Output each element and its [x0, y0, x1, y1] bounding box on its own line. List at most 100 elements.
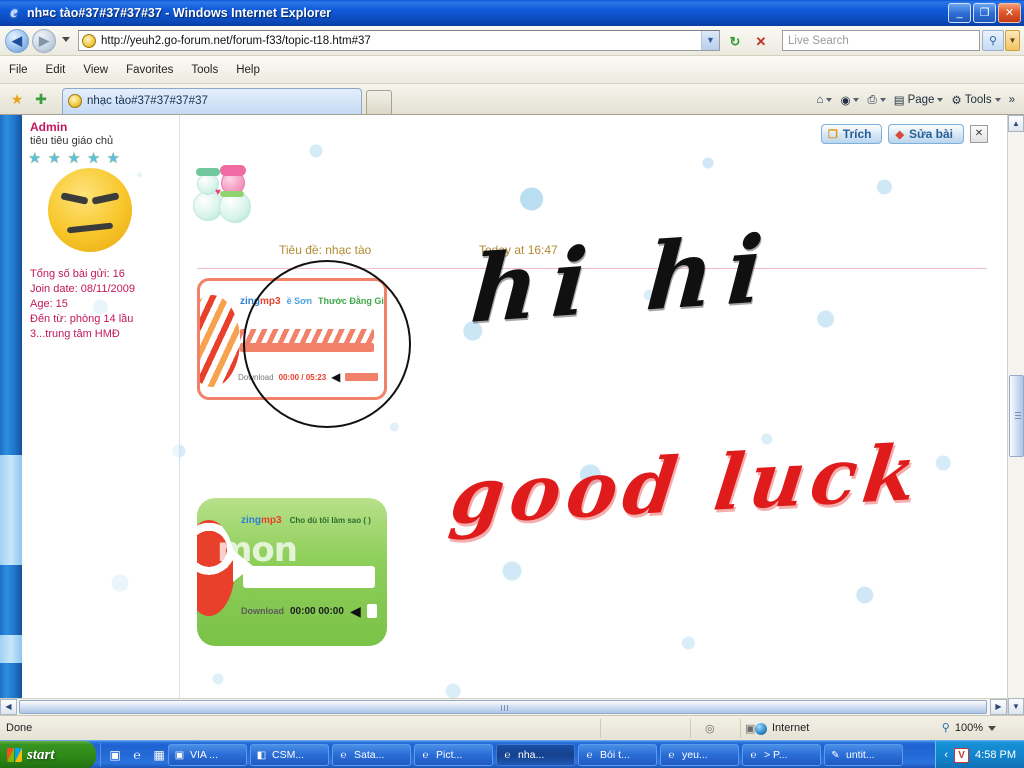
taskbar-item-label: nha... — [518, 749, 545, 761]
circle-annotation — [243, 260, 411, 428]
menu-item-favorites[interactable]: Favorites — [117, 62, 182, 78]
page-viewport: Admin tiêu tiêu giáo chủ ★ ★ ★ ★ ★ Tổng … — [0, 115, 1024, 715]
quote-button-label: Trích — [842, 127, 872, 141]
menu-item-file[interactable]: File — [0, 62, 37, 78]
taskbar-item-active[interactable]: ℮ nha... — [496, 744, 575, 766]
print-icon[interactable]: ⎙ — [864, 92, 888, 109]
taskbar-item[interactable]: ℮ Pict... — [414, 744, 493, 766]
quote-button[interactable]: ❐ Trích — [820, 124, 883, 144]
blocked-icon[interactable]: ▣ — [745, 722, 755, 735]
taskbar-item[interactable]: ▣ VIA ... — [168, 744, 247, 766]
tools-menu-button[interactable]: ⚙ Tools — [948, 91, 1003, 109]
search-provider-dropdown-icon[interactable]: ▼ — [1005, 30, 1020, 51]
zing-mp3-player-green[interactable]: mon zingmp3 Cho dù tôi làm sao ( ) Downl… — [197, 498, 387, 646]
player2-time: 00:00 00:00 — [290, 605, 344, 617]
internet-explorer-icon[interactable]: ℮ — [129, 747, 145, 763]
tab-favicon-icon — [68, 94, 82, 108]
zing-logo-2: zingmp3 — [241, 515, 282, 526]
security-zone[interactable]: Internet — [755, 721, 809, 736]
task-icon: ℮ — [422, 749, 429, 761]
security-zone-label: Internet — [772, 722, 810, 734]
minimize-button[interactable]: _ — [948, 3, 971, 23]
history-dropdown-icon[interactable] — [62, 37, 70, 42]
refresh-button[interactable]: ↻ — [724, 30, 746, 51]
taskbar-item[interactable]: ✎ untit... — [824, 744, 903, 766]
address-bar[interactable]: http://yeuh2.go-forum.net/forum-f33/topi… — [78, 30, 720, 51]
vertical-scrollbar[interactable]: ▲ ▼ — [1007, 115, 1024, 715]
taskbar-item[interactable]: ℮ Sata... — [332, 744, 411, 766]
taskbar-item-label: yeu... — [682, 749, 708, 761]
scroll-down-button[interactable]: ▼ — [1008, 698, 1024, 715]
taskbar-buttons: ▣ VIA ... ◧ CSM... ℮ Sata... ℮ Pict... ℮ nha.… — [168, 744, 903, 766]
author-stats: Tổng số bài gửi: 16 Join date: 08/11/200… — [30, 267, 176, 342]
player2-volume-slider[interactable] — [366, 604, 377, 618]
horizontal-scrollbar-thumb[interactable] — [19, 700, 987, 714]
taskbar-item-label: Bói t... — [600, 749, 630, 761]
restore-button[interactable]: ❐ — [973, 3, 996, 23]
favorites-star-icon[interactable]: ★ — [8, 90, 26, 108]
task-icon: ℮ — [504, 749, 511, 761]
zoom-dropdown-icon[interactable] — [988, 726, 996, 731]
author-username[interactable]: Admin — [30, 120, 67, 134]
quote-icon: ❐ — [827, 128, 838, 141]
player2-prev-icon[interactable]: ◀ — [350, 603, 361, 620]
overflow-icon[interactable]: » — [1006, 92, 1018, 108]
taskbar-clock[interactable]: 4:58 PM — [975, 749, 1016, 761]
menu-item-view[interactable]: View — [74, 62, 117, 78]
privacy-icon[interactable]: ◎ — [705, 722, 715, 735]
system-tray: ‹ V 4:58 PM — [935, 741, 1024, 768]
player2-progress-bar[interactable] — [243, 566, 375, 588]
add-favorite-icon[interactable]: ✚ — [32, 90, 50, 108]
window-title-bar: e nh¤c tào#37#37#37#37 - Windows Interne… — [0, 0, 1024, 26]
menu-item-edit[interactable]: Edit — [37, 62, 75, 78]
search-icon[interactable]: ⚲ — [982, 30, 1004, 51]
globe-icon — [755, 722, 767, 735]
forward-button[interactable]: ▶ — [32, 29, 56, 53]
browser-tab[interactable]: nhạc tào#37#37#37#37 — [62, 88, 362, 114]
task-icon: ▣ — [174, 749, 185, 761]
avatar — [48, 168, 132, 252]
start-button[interactable]: start — [0, 741, 96, 768]
task-icon: ℮ — [340, 749, 347, 761]
home-icon[interactable]: ⌂ — [813, 92, 835, 108]
horizontal-scrollbar[interactable]: ◀ ▶ — [0, 698, 1007, 715]
close-post-button[interactable]: ✕ — [970, 125, 988, 143]
tools-menu-label: Tools — [964, 94, 992, 106]
task-icon: ℮ — [750, 749, 757, 761]
page-menu-button[interactable]: ▤ Page — [891, 91, 947, 109]
author-stat-location-1: Đến từ: phòng 14 lầu — [30, 313, 134, 325]
media-player-icon[interactable]: ▦ — [151, 747, 167, 763]
window-title: nh¤c tào#37#37#37#37 - Windows Internet … — [27, 6, 332, 20]
taskbar: start ▣ ℮ ▦ » ▣VIA ... ◧CSM... ℮Sata... … — [0, 740, 1024, 768]
taskbar-item[interactable]: ◧ CSM... — [250, 744, 329, 766]
zoom-control[interactable]: ⚲ 100% — [942, 721, 996, 736]
address-dropdown-icon[interactable]: ▼ — [701, 31, 719, 50]
new-tab-button[interactable] — [366, 90, 392, 114]
rss-icon[interactable]: ◉ — [837, 91, 862, 109]
menu-item-tools[interactable]: Tools — [182, 62, 227, 78]
task-icon: ◧ — [256, 749, 267, 761]
taskbar-item[interactable]: ℮ yeu... — [660, 744, 739, 766]
menu-item-help[interactable]: Help — [227, 62, 269, 78]
tray-expand-icon[interactable]: ‹ — [944, 749, 948, 761]
scroll-left-button[interactable]: ◀ — [0, 699, 17, 715]
player2-watermark: mon — [217, 530, 298, 570]
vertical-scrollbar-thumb[interactable] — [1009, 375, 1024, 457]
taskbar-item[interactable]: ℮ Bói t... — [578, 744, 657, 766]
player2-download-label[interactable]: Download — [241, 606, 284, 616]
back-button[interactable]: ◀ — [5, 29, 29, 53]
close-button[interactable]: ✕ — [998, 3, 1021, 23]
address-bar-url: http://yeuh2.go-forum.net/forum-f33/topi… — [101, 35, 371, 47]
edit-post-button[interactable]: ◆ Sửa bài — [888, 124, 964, 144]
show-desktop-icon[interactable]: ▣ — [107, 747, 123, 763]
taskbar-item-label: VIA ... — [190, 749, 219, 761]
task-icon: ℮ — [668, 749, 675, 761]
menu-bar: File Edit View Favorites Tools Help — [0, 56, 1024, 84]
taskbar-item[interactable]: ℮ > P... — [742, 744, 821, 766]
scroll-up-button[interactable]: ▲ — [1008, 115, 1024, 132]
post-action-buttons: ❐ Trích ◆ Sửa bài ✕ — [820, 123, 988, 145]
unikey-tray-icon[interactable]: V — [954, 747, 970, 763]
stop-button[interactable]: ✕ — [750, 30, 772, 51]
scroll-right-button[interactable]: ▶ — [990, 699, 1007, 715]
search-input[interactable]: Live Search — [782, 30, 980, 51]
